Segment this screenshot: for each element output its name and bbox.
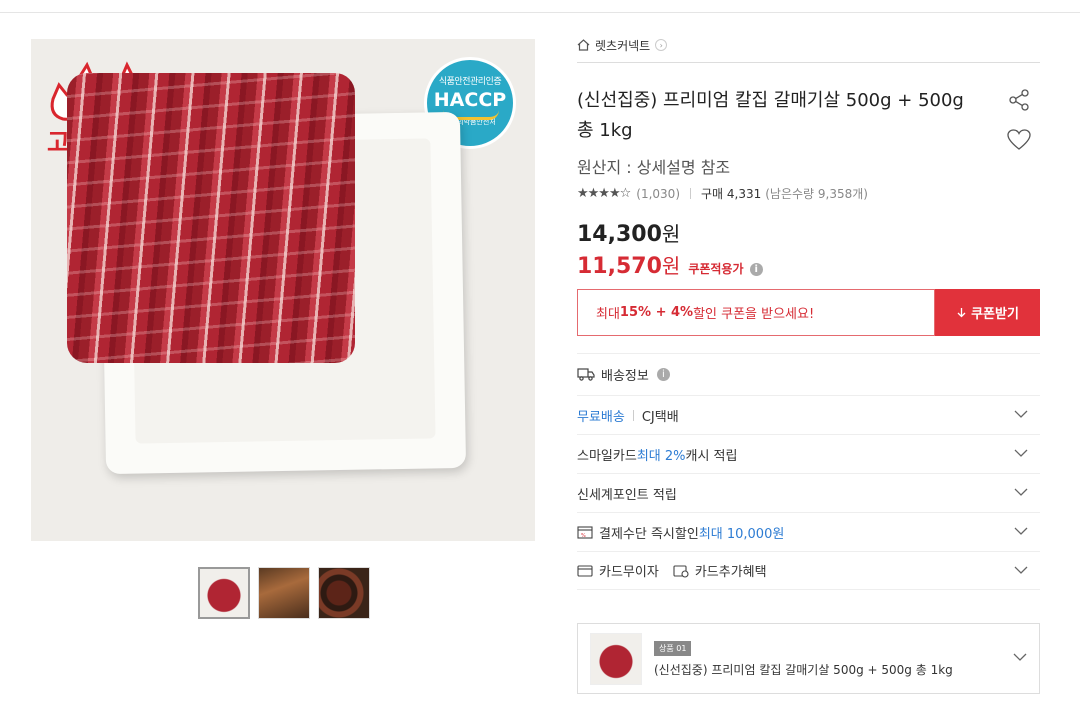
sale-currency-unit: 원 xyxy=(661,254,681,278)
stock-remaining: (남은수량 9,358개) xyxy=(765,187,868,201)
chevron-down-icon[interactable] xyxy=(1014,565,1028,575)
haccp-main-text: HACCP xyxy=(433,89,507,111)
chevron-down-icon[interactable] xyxy=(1013,652,1027,662)
download-arrow-icon xyxy=(957,308,966,318)
meat-slices xyxy=(67,73,355,363)
thumbnail-2[interactable] xyxy=(258,567,310,619)
chevron-down-icon[interactable] xyxy=(1014,448,1028,458)
rating-row: ★★★★☆ (1,030) 구매 4,331 (남은수량 9,358개) xyxy=(577,185,868,202)
currency-unit: 원 xyxy=(661,222,681,246)
breadcrumb: 렛츠커넥트 › xyxy=(577,36,668,54)
card-extra-benefit-label: 카드추가혜택 xyxy=(694,565,767,580)
shipping-info-icon[interactable]: i xyxy=(656,367,670,381)
payment-discount-highlight: 최대 10,000원 xyxy=(698,526,785,542)
coupon-banner: 최대 15% + 4% 할인 쿠폰을 받으세요! xyxy=(577,289,935,336)
origin-text: 원산지 : 상세설명 참조 xyxy=(577,158,731,177)
review-count[interactable]: (1,030) xyxy=(636,187,680,201)
payment-discount-row[interactable]: % 결제수단 즉시할인 최대 10,000원 xyxy=(577,512,1040,551)
original-price-value: 14,300 xyxy=(577,222,662,247)
rating-stars: ★★★★☆ xyxy=(577,186,631,201)
haccp-top-text: 식품안전관리인증 xyxy=(438,77,502,87)
main-product-image[interactable]: 고기중독 식품안전관리인증 HACCP 식품의약품안전처 xyxy=(31,39,535,541)
thumbnail-strip xyxy=(198,567,370,619)
smilecard-highlight: 최대 2% xyxy=(636,448,686,464)
top-divider xyxy=(0,12,1080,13)
option-badge: 상품 01 xyxy=(654,641,692,656)
option-name: (신선집중) 프리미엄 칼집 갈매기살 500g + 500g 총 1kg xyxy=(654,663,953,677)
sale-price: 11,570원 xyxy=(577,250,680,279)
section-divider xyxy=(577,353,1040,354)
product-title: (신선집중) 프리미엄 칼집 갈매기살 500g + 500g 총 1kg xyxy=(577,90,964,141)
delivery-row[interactable]: 무료배송 CJ택배 xyxy=(577,395,1040,434)
credit-card-icon xyxy=(577,564,593,577)
chevron-down-icon[interactable] xyxy=(1014,409,1028,419)
smilecard-row[interactable]: 스마일카드 최대 2% 캐시 적립 xyxy=(577,434,1040,473)
info-icon[interactable]: i xyxy=(749,263,763,276)
calendar-discount-icon: % xyxy=(577,526,593,539)
home-icon[interactable] xyxy=(577,39,590,51)
coupon-discount: 15% + 4% xyxy=(619,305,694,320)
truck-icon xyxy=(577,368,595,381)
shinsegae-point-row[interactable]: 신세계포인트 적립 xyxy=(577,473,1040,512)
breadcrumb-store-link[interactable]: 렛츠커넥트 xyxy=(595,37,650,54)
svg-text:%: % xyxy=(581,533,586,539)
get-coupon-button[interactable]: 쿠폰받기 xyxy=(935,289,1040,336)
purchase-count: 구매 4,331 xyxy=(701,187,762,201)
shipping-header: 배송정보 i xyxy=(577,364,670,384)
card-benefit-row[interactable]: 카드무이자 카드추가혜택 xyxy=(577,551,1040,590)
option-thumbnail xyxy=(590,633,642,685)
thumbnail-3[interactable] xyxy=(318,567,370,619)
heart-icon[interactable] xyxy=(1006,128,1032,152)
breadcrumb-divider xyxy=(577,62,1040,63)
sale-price-row: 11,570원 쿠폰적용가 i xyxy=(577,250,763,279)
card-interest-free-label: 카드무이자 xyxy=(599,565,659,580)
chevron-down-icon[interactable] xyxy=(1014,526,1028,536)
card-benefit-icon xyxy=(673,564,689,578)
original-price: 14,300원 xyxy=(577,218,680,247)
share-icon[interactable] xyxy=(1007,88,1031,112)
benefit-list: 무료배송 CJ택배 스마일카드 최대 2% 캐시 적립 신세계포인트 적립 % … xyxy=(577,395,1040,590)
option-select-box[interactable]: 상품 01 (신선집중) 프리미엄 칼집 갈매기살 500g + 500g 총 … xyxy=(577,623,1040,694)
thumbnail-1[interactable] xyxy=(198,567,250,619)
chevron-down-icon[interactable] xyxy=(1014,487,1028,497)
courier-label: CJ택배 xyxy=(641,409,679,425)
sale-price-value: 11,570 xyxy=(577,254,662,279)
chevron-right-icon[interactable]: › xyxy=(655,39,668,51)
coupon-price-tag: 쿠폰적용가 i xyxy=(688,260,763,277)
free-shipping-label: 무료배송 xyxy=(577,409,625,425)
